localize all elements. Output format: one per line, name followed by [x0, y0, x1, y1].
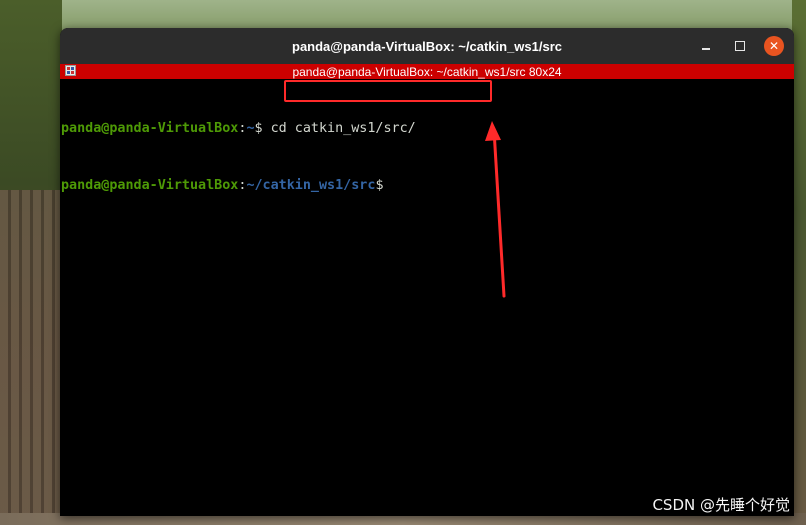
wallpaper-trees-right [792, 0, 806, 525]
terminal-line: panda@panda-VirtualBox:~/catkin_ws1/src$ [61, 176, 793, 195]
annotation-highlight-box [284, 80, 492, 102]
terminal-info-bar: panda@panda-VirtualBox: ~/catkin_ws1/src… [60, 64, 794, 79]
close-icon: ✕ [768, 39, 780, 53]
minimize-button[interactable] [696, 36, 716, 56]
prompt-path: ~/catkin_ws1/src [246, 178, 376, 193]
watermark-text: CSDN @先睡个好觉 [652, 496, 790, 514]
window-title: panda@panda-VirtualBox: ~/catkin_ws1/src [292, 38, 562, 54]
prompt-path: ~ [246, 121, 255, 136]
prompt-symbol: $ [254, 121, 263, 136]
prompt-user: panda@panda-VirtualBox [61, 178, 239, 193]
command-text: cd catkin_ws1/src/ [262, 121, 416, 136]
close-button[interactable]: ✕ [764, 36, 784, 56]
wallpaper-bridge-rail [0, 190, 62, 520]
minimize-icon [702, 48, 710, 50]
prompt-user: panda@panda-VirtualBox [61, 121, 239, 136]
info-bar-text: panda@panda-VirtualBox: ~/catkin_ws1/src… [292, 64, 562, 79]
prompt-symbol: $ [375, 178, 384, 193]
window-controls: ✕ [696, 36, 784, 56]
terminal-line: panda@panda-VirtualBox:~$ cd catkin_ws1/… [61, 119, 793, 138]
maximize-button[interactable] [730, 36, 750, 56]
maximize-icon [735, 41, 745, 51]
terminal-menu-icon[interactable] [65, 65, 76, 76]
terminal-window[interactable]: panda@panda-VirtualBox: ~/catkin_ws1/src… [60, 28, 794, 516]
title-bar[interactable]: panda@panda-VirtualBox: ~/catkin_ws1/src… [60, 28, 794, 64]
terminal-output[interactable]: panda@panda-VirtualBox:~$ cd catkin_ws1/… [60, 79, 794, 235]
